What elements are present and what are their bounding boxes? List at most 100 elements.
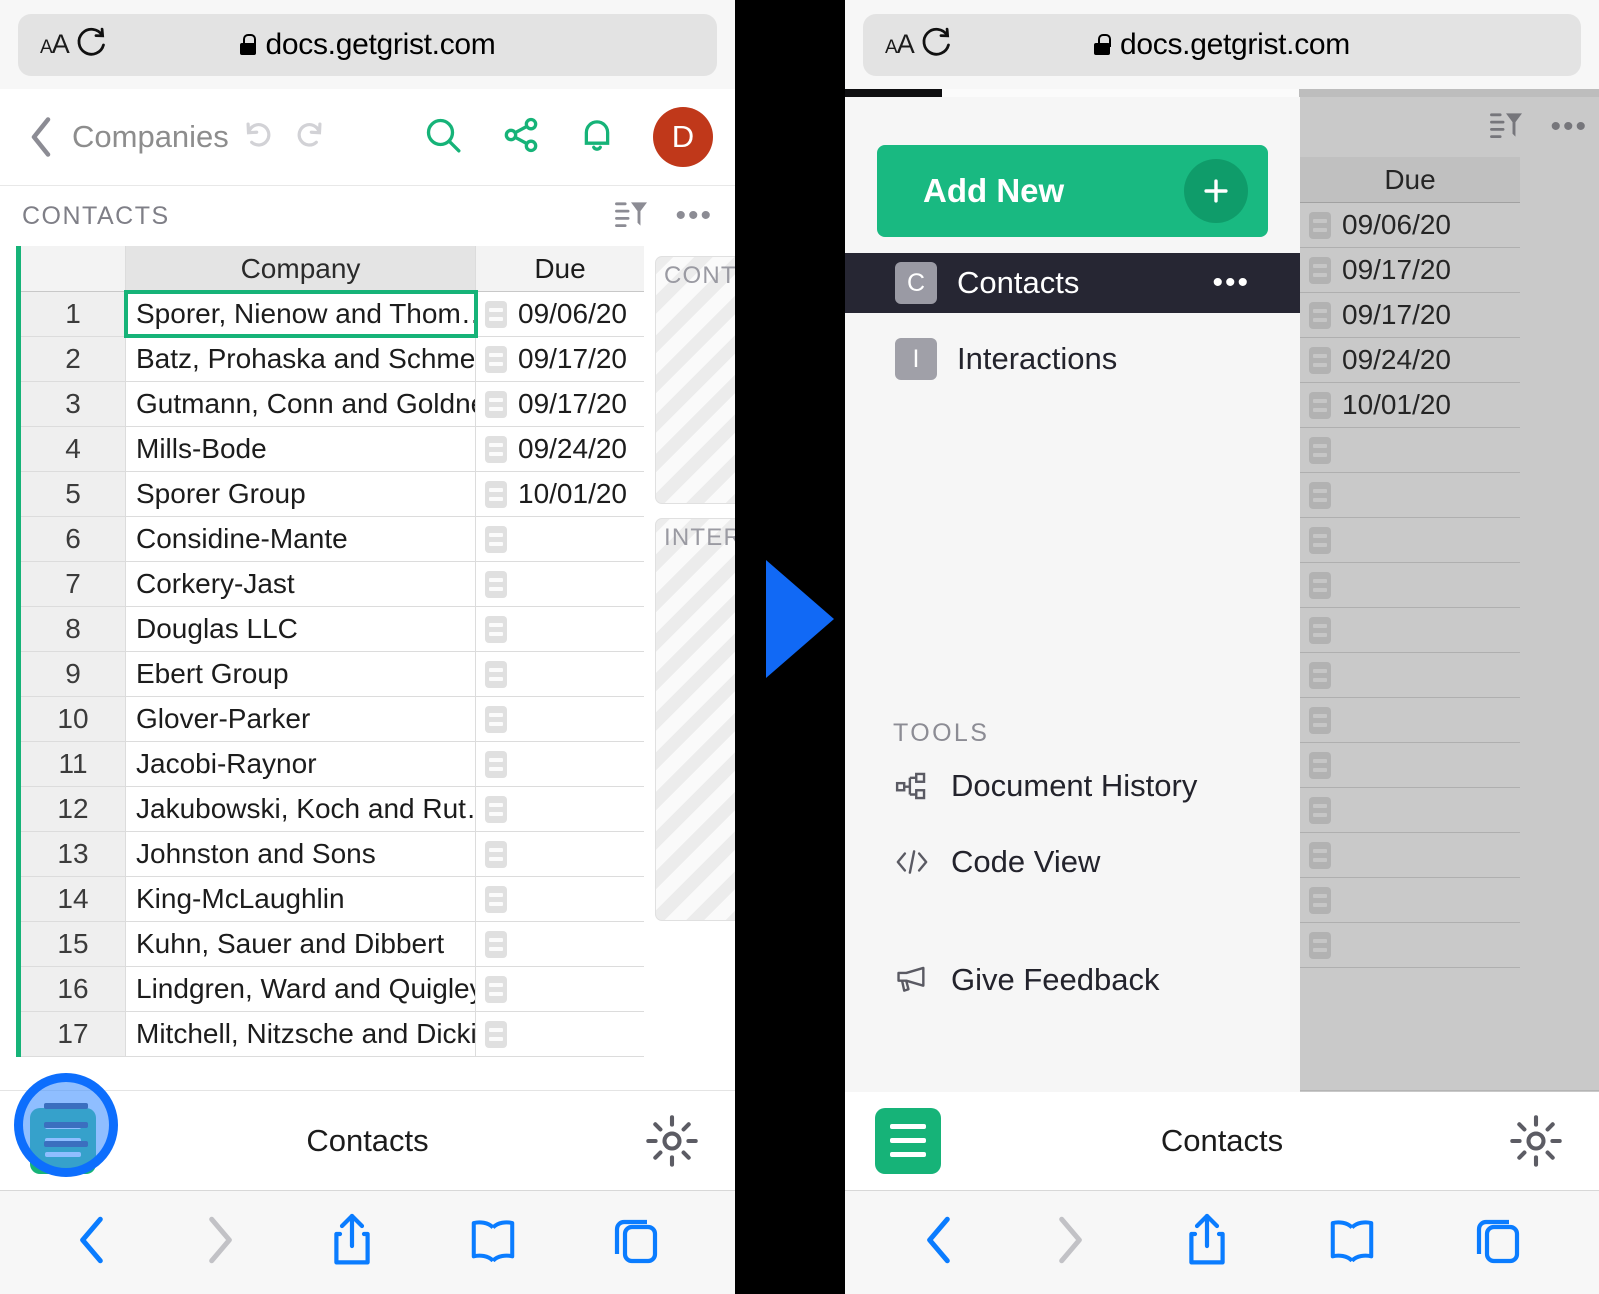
- bell-icon[interactable]: [579, 115, 615, 160]
- back-icon[interactable]: [75, 1213, 109, 1272]
- row-number[interactable]: 8: [21, 607, 126, 651]
- sort-filter-icon[interactable]: [613, 198, 649, 235]
- row-number[interactable]: 6: [21, 517, 126, 561]
- cell-due[interactable]: [476, 607, 644, 651]
- cell-due[interactable]: [476, 562, 644, 606]
- cell-company[interactable]: Jacobi-Raynor: [126, 742, 476, 786]
- reload-icon[interactable]: [914, 27, 958, 63]
- share-icon[interactable]: [1185, 1212, 1229, 1273]
- row-number[interactable]: 12: [21, 787, 126, 831]
- cell-due[interactable]: [476, 517, 644, 561]
- row-number[interactable]: 15: [21, 922, 126, 966]
- more-options-icon[interactable]: •••: [675, 201, 713, 231]
- cell-company[interactable]: Mitchell, Nitzsche and Dicki: [126, 1012, 476, 1056]
- cell-company[interactable]: Johnston and Sons: [126, 832, 476, 876]
- cell-due[interactable]: [476, 787, 644, 831]
- table-row[interactable]: 9 Ebert Group: [21, 652, 644, 697]
- table-row[interactable]: 16 Lindgren, Ward and Quigley: [21, 967, 644, 1012]
- cell-due[interactable]: [476, 922, 644, 966]
- row-number[interactable]: 7: [21, 562, 126, 606]
- search-icon[interactable]: [423, 115, 463, 160]
- share-icon[interactable]: [501, 115, 541, 160]
- row-number[interactable]: 4: [21, 427, 126, 471]
- table-row[interactable]: 6 Considine-Mante: [21, 517, 644, 562]
- add-new-button[interactable]: Add New: [877, 145, 1268, 237]
- cell-due[interactable]: [476, 742, 644, 786]
- cell-due[interactable]: 10/01/20: [476, 472, 644, 516]
- cell-due[interactable]: [476, 652, 644, 696]
- tabs-icon[interactable]: [1474, 1214, 1522, 1271]
- undo-icon[interactable]: [243, 120, 275, 155]
- plus-icon[interactable]: [1184, 159, 1248, 223]
- row-number[interactable]: 1: [21, 292, 126, 336]
- more-options-icon[interactable]: •••: [1550, 112, 1588, 142]
- back-chevron-icon[interactable]: [22, 116, 60, 158]
- table-row[interactable]: 7 Corkery-Jast: [21, 562, 644, 607]
- table-row[interactable]: 3 Gutmann, Conn and Goldner 09/17/20: [21, 382, 644, 427]
- cell-due[interactable]: [476, 832, 644, 876]
- safari-url-field[interactable]: AA docs.getgrist.com: [18, 13, 717, 76]
- page-item-contacts[interactable]: C Contacts •••: [845, 253, 1300, 313]
- share-icon[interactable]: [330, 1212, 374, 1273]
- row-number[interactable]: 16: [21, 967, 126, 1011]
- cell-due[interactable]: 09/17/20: [476, 382, 644, 426]
- more-options-icon[interactable]: •••: [1212, 268, 1250, 298]
- contacts-grid[interactable]: Company Due 1 Sporer, Nienow and Thom… 09/06…: [16, 246, 644, 1057]
- cell-due[interactable]: [476, 1012, 644, 1056]
- row-number[interactable]: 13: [21, 832, 126, 876]
- cell-due[interactable]: 09/24/20: [476, 427, 644, 471]
- tool-code-view[interactable]: Code View: [877, 824, 1268, 900]
- cell-company[interactable]: Kuhn, Sauer and Dibbert: [126, 922, 476, 966]
- redo-icon[interactable]: [293, 120, 325, 155]
- tabs-icon[interactable]: [612, 1214, 660, 1271]
- cell-company[interactable]: Jakubowski, Koch and Rut…: [126, 787, 476, 831]
- row-number[interactable]: 5: [21, 472, 126, 516]
- table-row[interactable]: 8 Douglas LLC: [21, 607, 644, 652]
- row-number[interactable]: 10: [21, 697, 126, 741]
- avatar[interactable]: D: [653, 107, 713, 167]
- back-icon[interactable]: [922, 1213, 956, 1272]
- document-title[interactable]: Companies: [72, 119, 229, 155]
- side-widget-contacts[interactable]: CONT: [655, 256, 735, 504]
- tool-document-history[interactable]: Document History: [877, 748, 1268, 824]
- row-number[interactable]: 3: [21, 382, 126, 426]
- side-widget-interactions[interactable]: INTER: [655, 518, 735, 921]
- cell-company[interactable]: Ebert Group: [126, 652, 476, 696]
- table-row[interactable]: 13 Johnston and Sons: [21, 832, 644, 877]
- cell-due[interactable]: [476, 967, 644, 1011]
- hamburger-menu-icon[interactable]: [875, 1107, 941, 1174]
- table-row[interactable]: 14 King-McLaughlin: [21, 877, 644, 922]
- gear-icon[interactable]: [1503, 1112, 1569, 1170]
- row-number[interactable]: 11: [21, 742, 126, 786]
- gear-icon[interactable]: [639, 1112, 705, 1170]
- table-row[interactable]: 5 Sporer Group 10/01/20: [21, 472, 644, 517]
- cell-company[interactable]: Mills-Bode: [126, 427, 476, 471]
- table-row[interactable]: 15 Kuhn, Sauer and Dibbert: [21, 922, 644, 967]
- safari-url-field[interactable]: AA docs.getgrist.com: [863, 13, 1581, 76]
- cell-company[interactable]: Glover-Parker: [126, 697, 476, 741]
- tool-give-feedback[interactable]: Give Feedback: [877, 942, 1268, 1018]
- bookmarks-icon[interactable]: [468, 1216, 518, 1269]
- table-row[interactable]: 1 Sporer, Nienow and Thom… 09/06/20: [21, 290, 644, 338]
- cell-due[interactable]: [476, 697, 644, 741]
- cell-due[interactable]: 09/06/20: [476, 292, 644, 336]
- row-number[interactable]: 17: [21, 1012, 126, 1056]
- text-size-icon[interactable]: AA: [885, 31, 915, 58]
- cell-company[interactable]: Sporer Group: [126, 472, 476, 516]
- cell-due[interactable]: 09/17/20: [476, 337, 644, 381]
- cell-company[interactable]: King-McLaughlin: [126, 877, 476, 921]
- table-row[interactable]: 10 Glover-Parker: [21, 697, 644, 742]
- page-item-interactions[interactable]: I Interactions: [877, 329, 1268, 389]
- table-row[interactable]: 11 Jacobi-Raynor: [21, 742, 644, 787]
- table-row[interactable]: 17 Mitchell, Nitzsche and Dicki: [21, 1012, 644, 1057]
- row-number[interactable]: 14: [21, 877, 126, 921]
- column-header-due[interactable]: Due: [476, 246, 644, 291]
- cell-company[interactable]: Batz, Prohaska and Schme…: [126, 337, 476, 381]
- cell-due[interactable]: [476, 877, 644, 921]
- cell-company[interactable]: Douglas LLC: [126, 607, 476, 651]
- row-number[interactable]: 9: [21, 652, 126, 696]
- cell-company[interactable]: Considine-Mante: [126, 517, 476, 561]
- cell-company[interactable]: Gutmann, Conn and Goldner: [126, 382, 476, 426]
- bookmarks-icon[interactable]: [1327, 1216, 1377, 1269]
- table-row[interactable]: 12 Jakubowski, Koch and Rut…: [21, 787, 644, 832]
